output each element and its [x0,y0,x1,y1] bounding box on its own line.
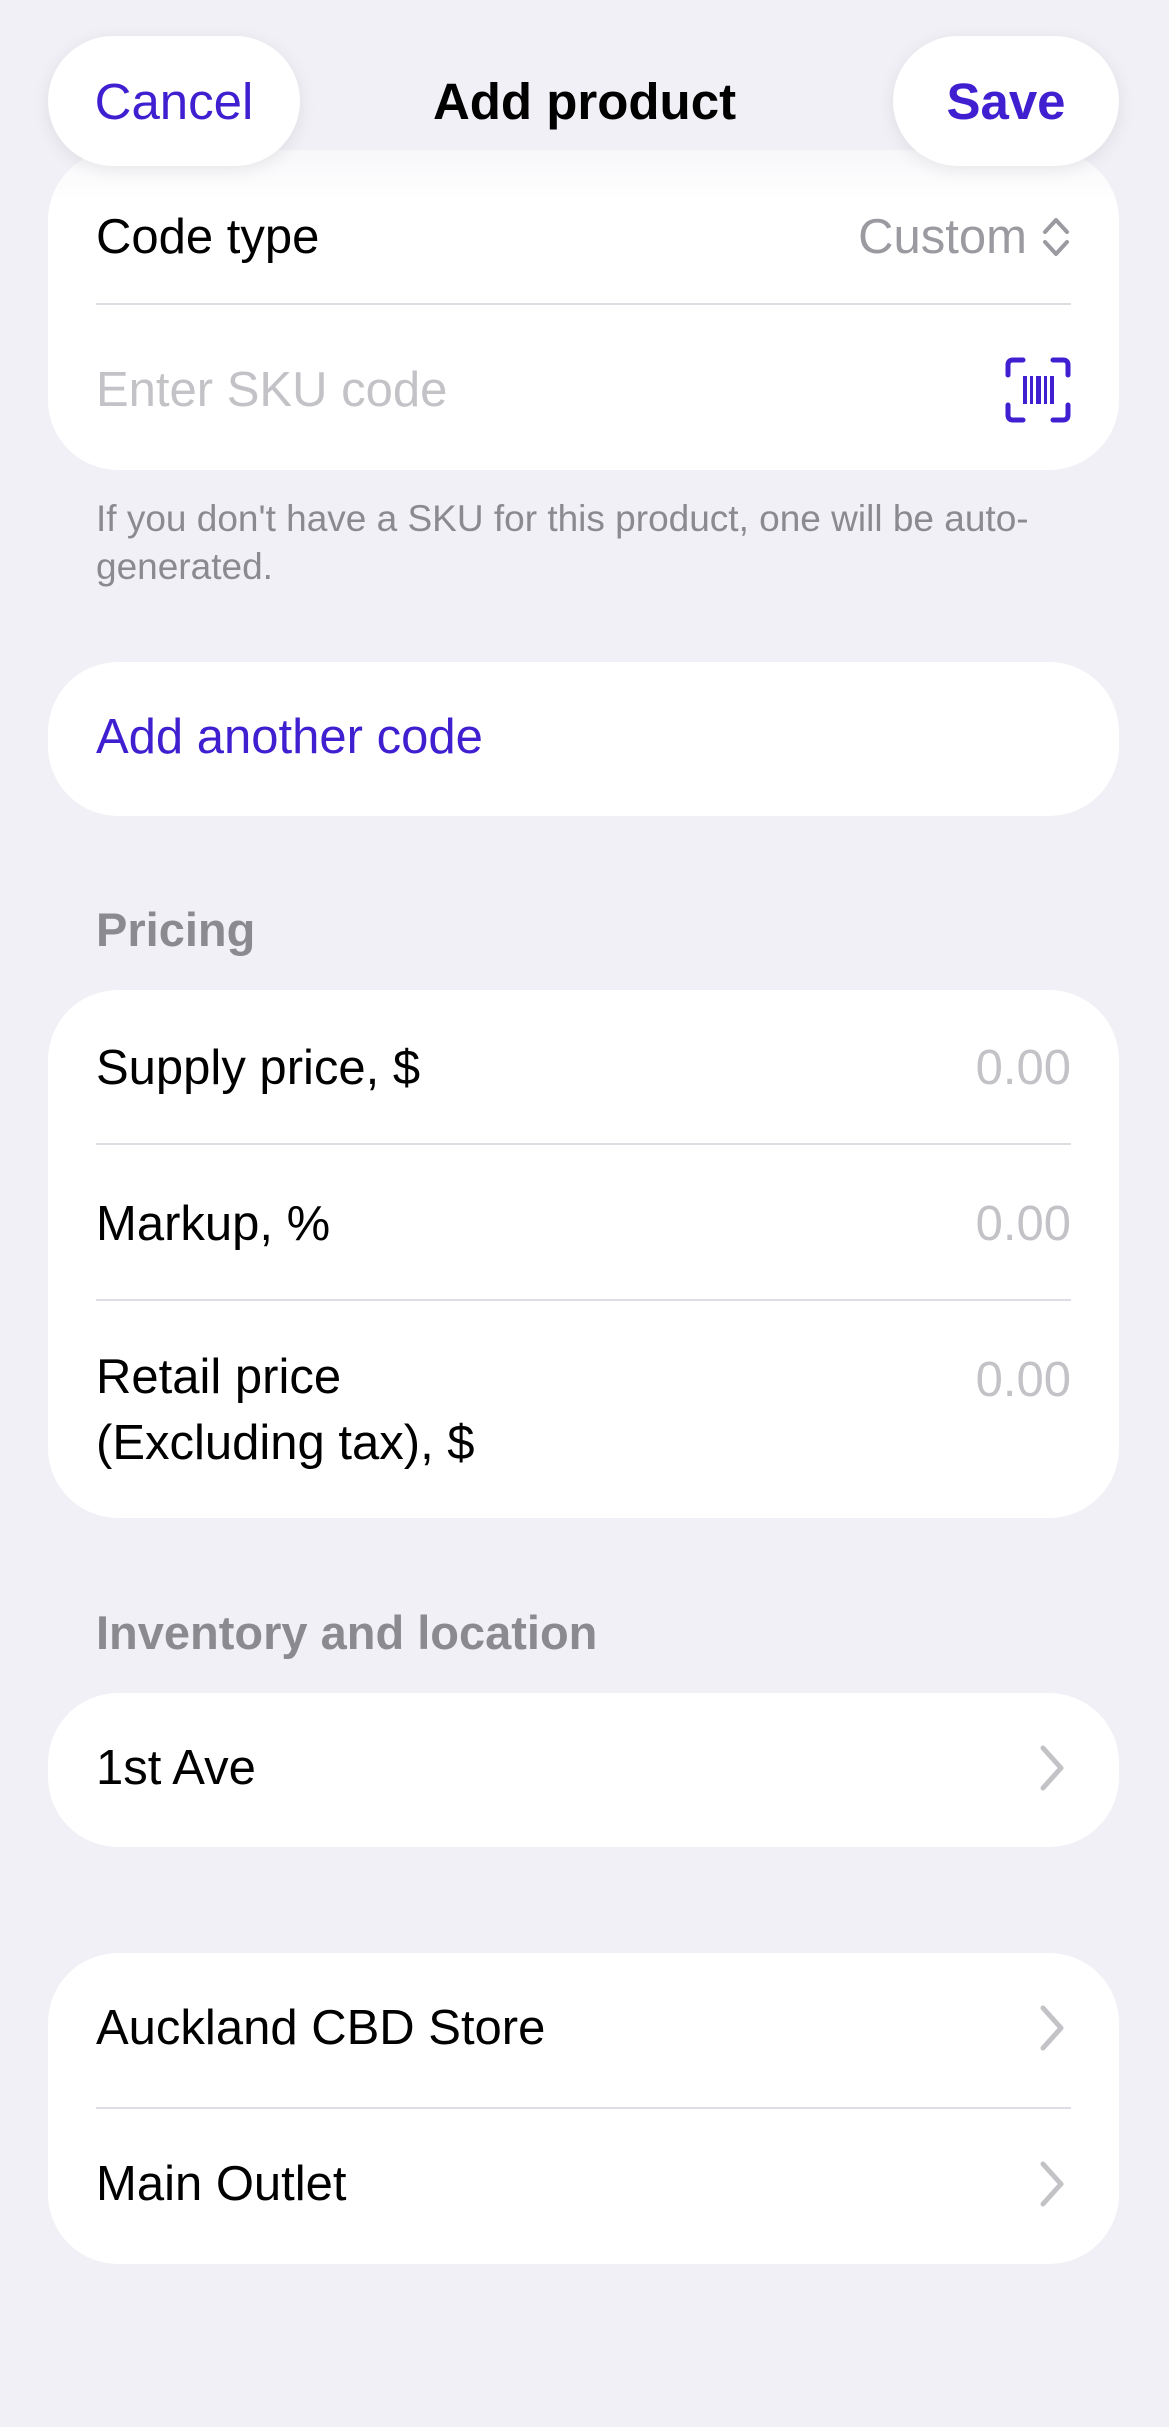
location-row-auckland-cbd-store[interactable]: Auckland CBD Store [96,1993,1071,2063]
location-label: Auckland CBD Store [96,2001,546,2055]
location-row-1st-ave[interactable]: 1st Ave [96,1733,1071,1803]
code-type-row[interactable]: Code type Custom [96,202,1071,272]
location-label: Main Outlet [96,2157,347,2211]
pricing-card: Supply price, $ 0.00 Markup, % 0.00 Reta… [48,990,1119,1518]
chevron-right-icon [1040,2161,1064,2207]
location-card-1: 1st Ave [48,1693,1119,1847]
add-another-code-label: Add another code [96,710,483,764]
code-type-label: Code type [96,210,320,264]
up-down-chevron-icon [1043,218,1069,256]
supply-price-label: Supply price, $ [96,1041,421,1095]
save-button[interactable]: Save [893,36,1119,166]
markup-label: Markup, % [96,1197,331,1251]
inventory-header: Inventory and location [96,1606,598,1659]
location-card-2: Auckland CBD Store Main Outlet [48,1953,1119,2264]
chevron-right-icon [1040,1745,1064,1791]
sku-input[interactable] [96,362,896,418]
barcode-scan-icon[interactable] [1005,357,1071,423]
divider [96,1299,1071,1301]
code-type-value: Custom [858,210,1027,264]
supply-price-value[interactable]: 0.00 [976,1040,1071,1096]
location-row-main-outlet[interactable]: Main Outlet [96,2149,1071,2219]
location-label: 1st Ave [96,1741,256,1795]
retail-price-label-line1: Retail price [96,1350,342,1404]
add-another-code-button[interactable]: Add another code [48,662,1119,816]
divider [96,303,1071,305]
sku-note: If you don't have a SKU for this product… [96,498,1029,587]
divider [96,1143,1071,1145]
supply-price-row[interactable]: Supply price, $ 0.00 [96,1040,1071,1096]
markup-row[interactable]: Markup, % 0.00 [96,1196,1071,1252]
retail-price-label-line2: (Excluding tax), $ [96,1416,475,1470]
markup-value[interactable]: 0.00 [976,1196,1071,1252]
chevron-right-icon [1040,2005,1064,2051]
pricing-header: Pricing [96,903,256,956]
divider [96,2107,1071,2109]
retail-price-value[interactable]: 0.00 [976,1352,1071,1408]
retail-price-row[interactable]: Retail price (Excluding tax), $ 0.00 [96,1350,1071,1476]
